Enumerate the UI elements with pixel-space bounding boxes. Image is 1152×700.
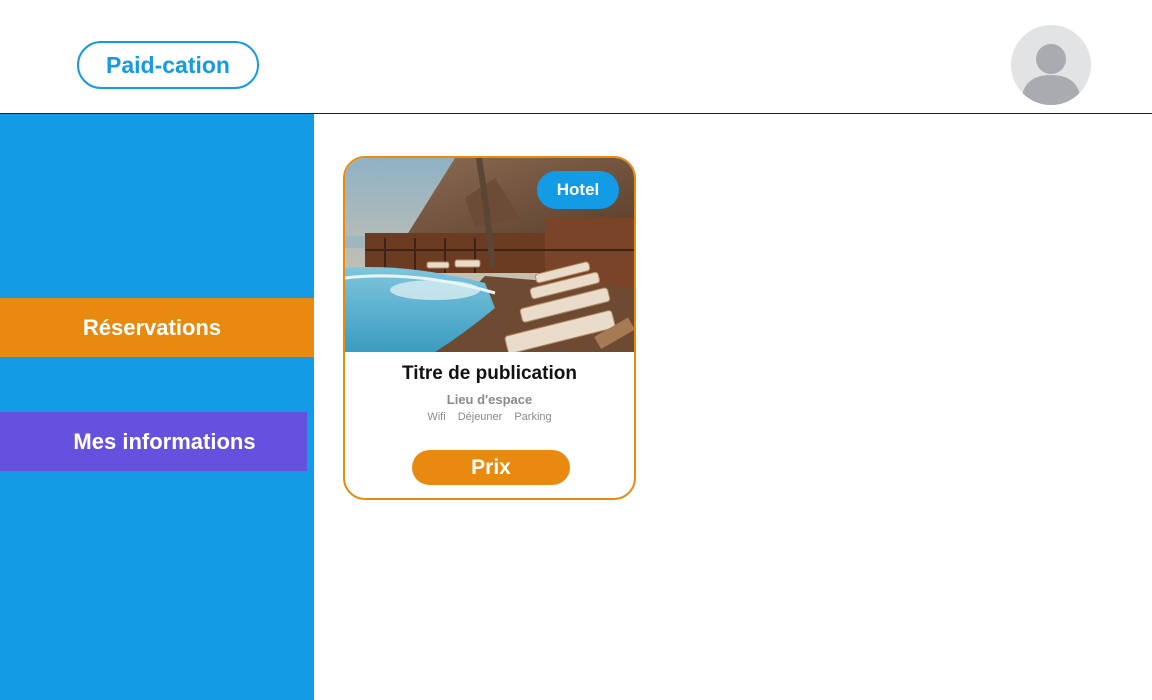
sidebar-item-reservations[interactable]: Réservations [0, 298, 314, 357]
listing-location: Lieu d'espace [446, 392, 533, 407]
sidebar-item-my-information[interactable]: Mes informations [0, 412, 307, 471]
listing-title: Titre de publication [402, 363, 577, 384]
amenity-parking: Parking [514, 411, 552, 423]
top-header: Paid-cation [0, 0, 1152, 114]
app-logo[interactable]: Paid-cation [77, 41, 259, 89]
sidebar: Réservations Mes informations [0, 114, 314, 700]
amenity-breakfast: Déjeuner [457, 411, 503, 423]
listing-photo: Hotel [345, 158, 634, 352]
category-badge: Hotel [537, 171, 619, 209]
amenities-list: Wifi Déjeuner Parking [345, 411, 634, 423]
listing-card[interactable]: Hotel Titre de publication Lieu d'espace… [343, 156, 636, 500]
user-avatar-icon[interactable] [1011, 25, 1091, 105]
price-button[interactable]: Prix [412, 450, 570, 485]
amenity-wifi: Wifi [427, 411, 446, 423]
